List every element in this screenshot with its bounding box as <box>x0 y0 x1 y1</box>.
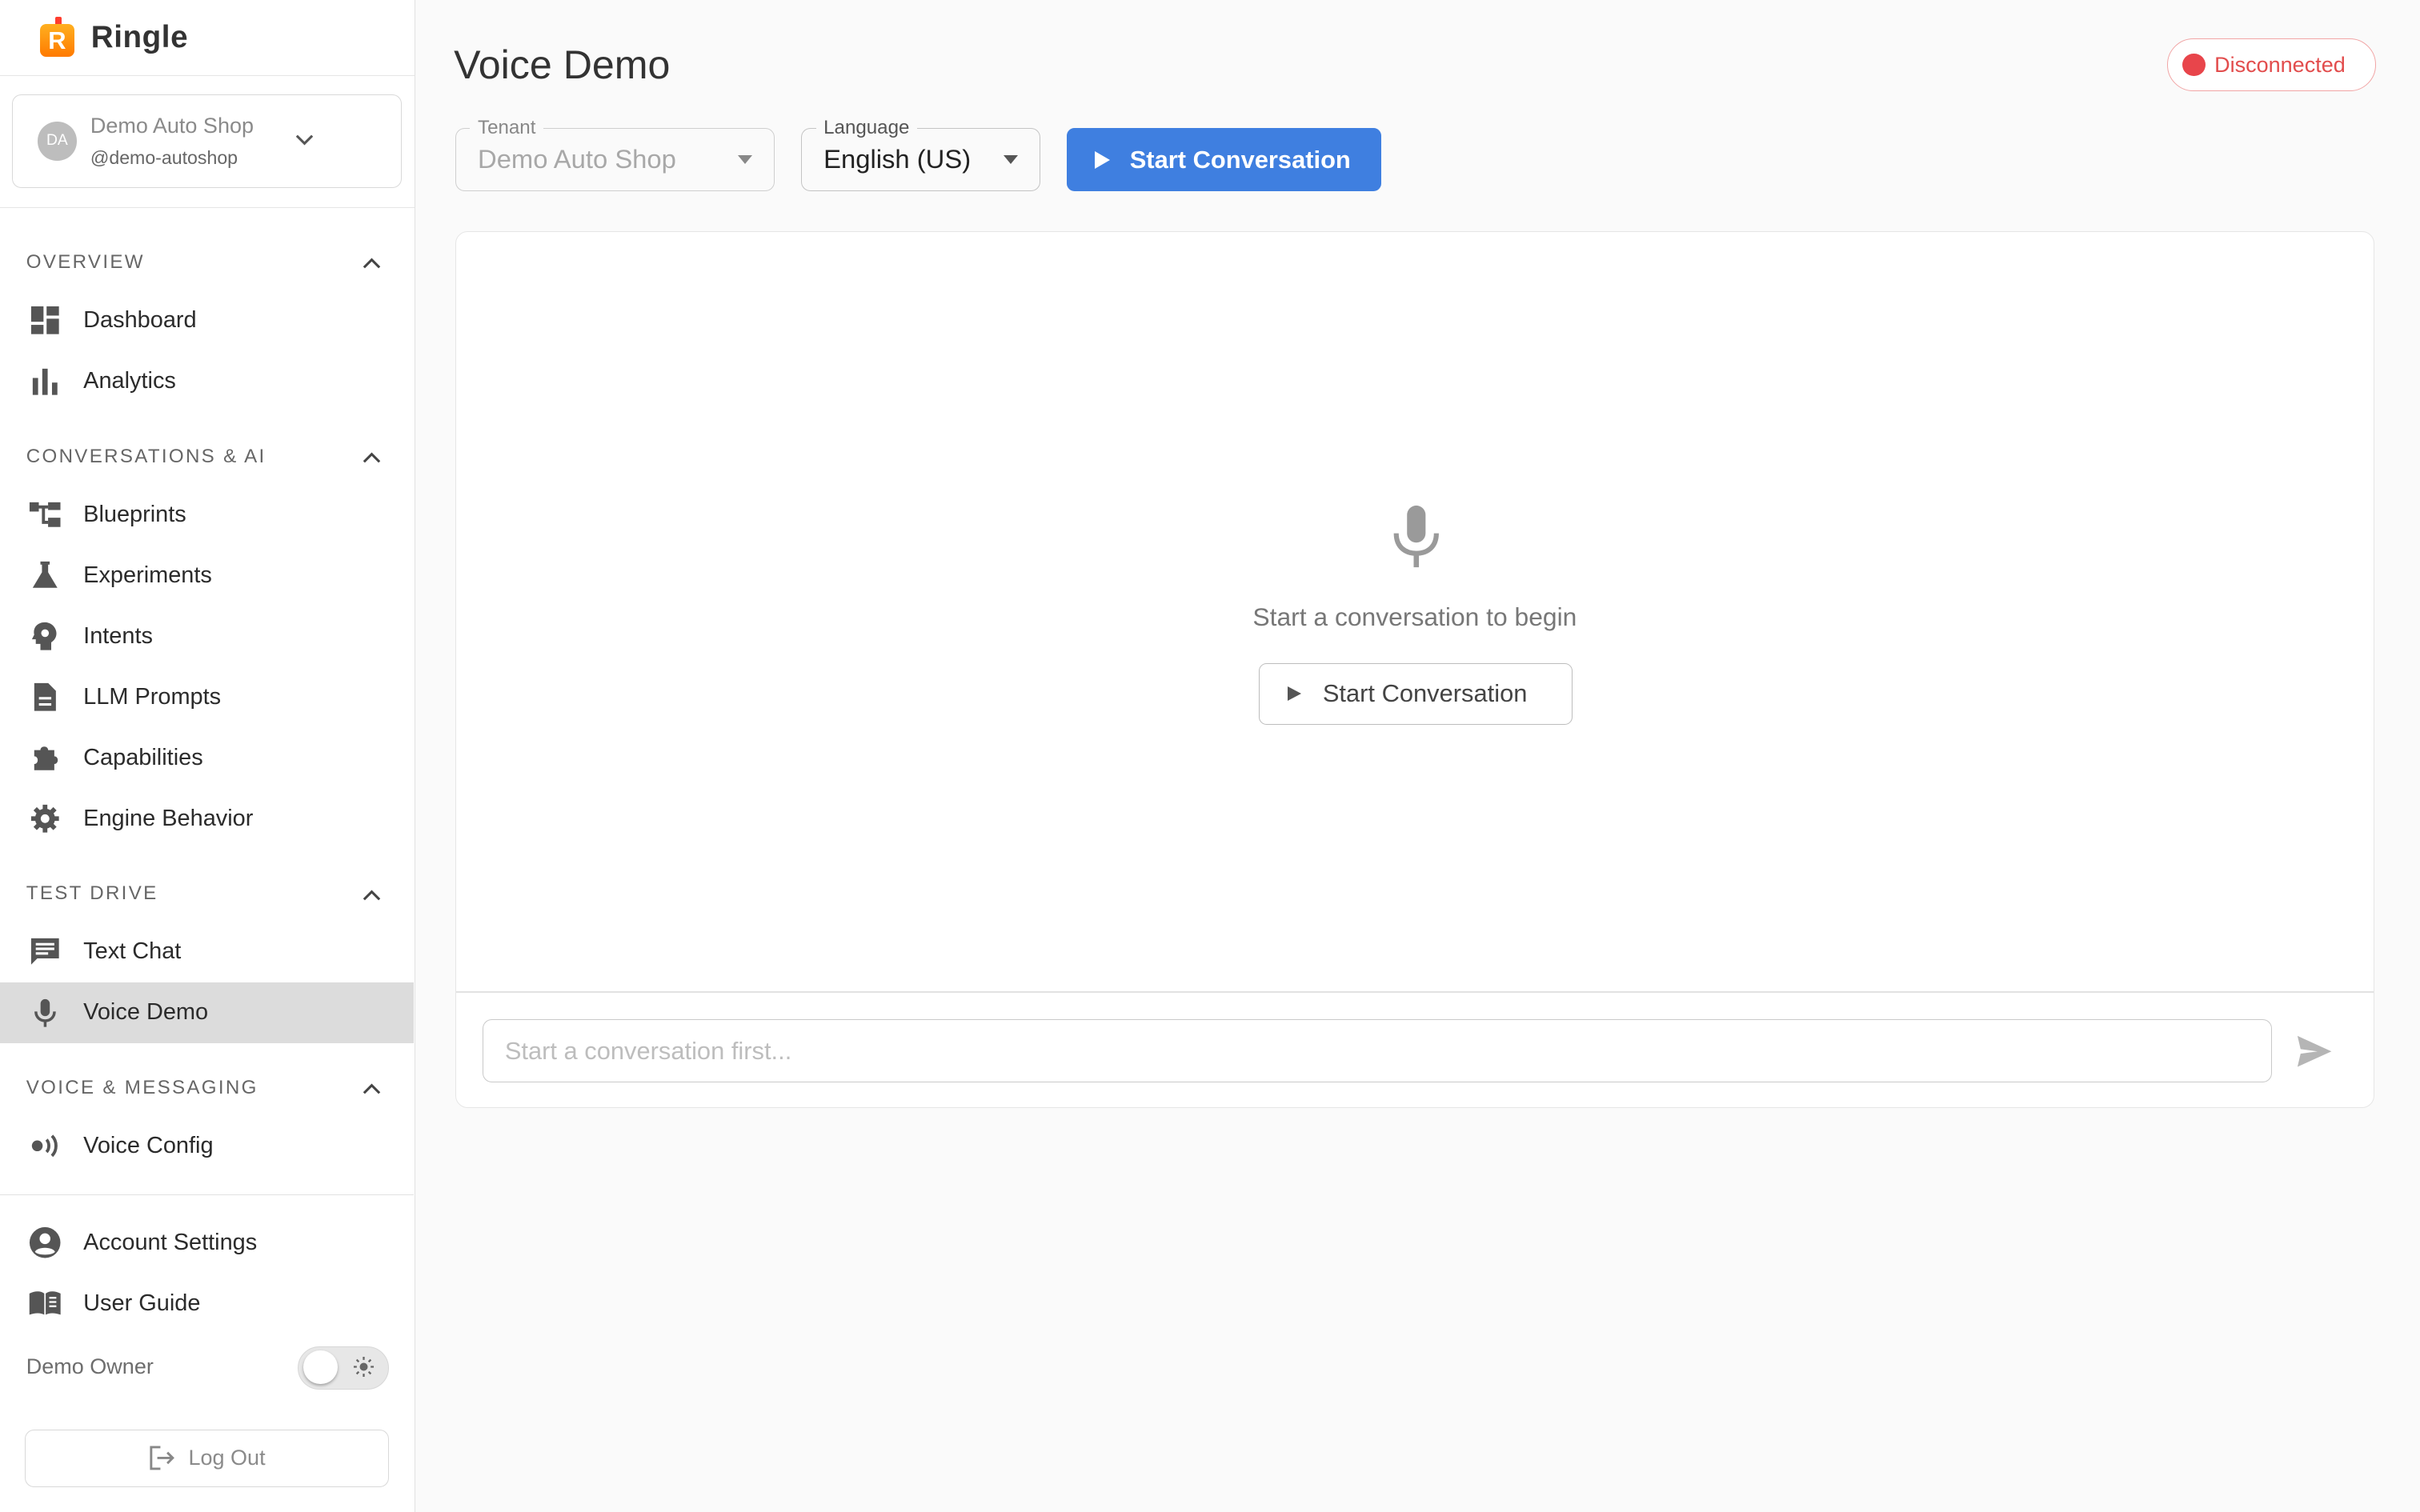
conversation-panel: Start a conversation to begin Start Conv… <box>455 231 2374 1109</box>
tenant-switcher[interactable]: DA Demo Auto Shop @demo-autoshop <box>12 94 403 189</box>
sidebar-item-label: Text Chat <box>83 938 182 965</box>
section-test-drive[interactable]: TEST DRIVE <box>0 875 414 912</box>
owner-row: Demo Owner <box>0 1334 414 1400</box>
sidebar-item-text-chat[interactable]: Text Chat <box>0 922 414 982</box>
brand-name: Ringle <box>90 19 189 54</box>
sidebar-item-dashboard[interactable]: Dashboard <box>0 290 414 351</box>
sidebar-item-label: Dashboard <box>83 307 197 334</box>
start-conversation-label: Start Conversation <box>1129 145 1351 174</box>
tenant-name: Demo Auto Shop <box>90 113 254 138</box>
logout-button[interactable]: Log Out <box>24 1430 390 1487</box>
chevron-down-icon <box>296 134 314 146</box>
document-icon <box>28 680 62 714</box>
chevron-up-icon <box>363 1083 381 1094</box>
sidebar-item-label: Capabilities <box>83 744 203 770</box>
language-select-label: Language <box>815 116 918 139</box>
chat-icon <box>28 935 62 969</box>
sidebar-nav: OVERVIEW Dashboard Analytics CONVERSATIO… <box>0 210 414 1194</box>
play-icon <box>1287 686 1301 702</box>
message-input[interactable] <box>482 1019 2272 1083</box>
sidebar-item-label: LLM Prompts <box>83 683 222 710</box>
avatar: DA <box>38 122 77 161</box>
caret-down-icon <box>738 154 753 164</box>
section-title: VOICE & MESSAGING <box>26 1076 258 1098</box>
gear-icon <box>28 802 62 835</box>
empty-state-start-button[interactable]: Start Conversation <box>1259 662 1573 725</box>
toggle-knob <box>303 1350 338 1384</box>
section-title: CONVERSATIONS & AI <box>26 445 266 467</box>
empty-state-text: Start a conversation to begin <box>1252 602 1577 632</box>
status-badge: Disconnected <box>2167 38 2376 91</box>
sidebar-item-label: Blueprints <box>83 501 186 527</box>
start-conversation-button[interactable]: Start Conversation <box>1066 128 1382 192</box>
ringle-logo-icon: R <box>37 16 78 58</box>
sidebar-item-label: User Guide <box>83 1290 201 1316</box>
sidebar-item-blueprints[interactable]: Blueprints <box>0 484 414 545</box>
page-title: Voice Demo <box>454 42 671 88</box>
sidebar-item-capabilities[interactable]: Capabilities <box>0 727 414 788</box>
sidebar-item-label: Experiments <box>83 562 212 588</box>
sidebar-item-label: Engine Behavior <box>83 805 254 831</box>
logout-label: Log Out <box>188 1446 266 1470</box>
language-select-value: English (US) <box>823 144 972 174</box>
language-select[interactable]: Language English (US) <box>801 116 1041 192</box>
account-circle-icon <box>28 1226 62 1259</box>
bar-chart-icon <box>28 364 62 398</box>
tenant-select-value: Demo Auto Shop <box>478 144 676 174</box>
psychology-icon <box>28 619 62 653</box>
voice-wave-icon <box>28 1129 62 1162</box>
sidebar-item-label: Intents <box>83 622 153 649</box>
tenant-select[interactable]: Tenant Demo Auto Shop <box>455 116 775 192</box>
microphone-icon <box>28 996 62 1030</box>
microphone-icon <box>1393 505 1440 567</box>
theme-toggle[interactable] <box>298 1346 390 1390</box>
chevron-up-icon <box>363 258 381 269</box>
empty-state-start-label: Start Conversation <box>1322 679 1528 708</box>
sidebar-item-voice-config[interactable]: Voice Config <box>0 1116 414 1177</box>
main-content: Voice Demo Disconnected Tenant Demo Auto… <box>415 0 2420 1512</box>
dashboard-icon <box>28 303 62 337</box>
logout-icon <box>150 1446 175 1470</box>
sidebar-item-account-settings[interactable]: Account Settings <box>0 1212 414 1273</box>
sidebar-item-llm-prompts[interactable]: LLM Prompts <box>0 666 414 727</box>
section-overview[interactable]: OVERVIEW <box>0 244 414 281</box>
sidebar-item-voice-demo[interactable]: Voice Demo <box>0 982 414 1043</box>
send-icon[interactable] <box>2296 1034 2333 1068</box>
tenant-select-label: Tenant <box>470 116 544 139</box>
section-voice-messaging[interactable]: VOICE & MESSAGING <box>0 1070 414 1106</box>
sidebar-item-intents[interactable]: Intents <box>0 606 414 666</box>
sidebar-item-label: Voice Demo <box>83 999 209 1026</box>
sidebar: R Ringle DA Demo Auto Shop @demo-autosho… <box>0 0 415 1512</box>
chevron-up-icon <box>363 452 381 463</box>
caret-down-icon <box>1004 154 1019 164</box>
sidebar-item-label: Analytics <box>83 368 176 394</box>
section-conversations-ai[interactable]: CONVERSATIONS & AI <box>0 438 414 474</box>
flask-icon <box>28 558 62 592</box>
sidebar-item-analytics[interactable]: Analytics <box>0 351 414 412</box>
sidebar-item-label: Voice Config <box>83 1133 214 1158</box>
sidebar-item-engine-behavior[interactable]: Engine Behavior <box>0 788 414 849</box>
brand-header: R Ringle <box>0 0 415 76</box>
tenant-handle: @demo-autoshop <box>90 147 238 169</box>
section-title: OVERVIEW <box>26 250 145 273</box>
status-text: Disconnected <box>2214 52 2346 77</box>
book-icon <box>28 1286 62 1320</box>
blueprint-icon <box>28 498 62 531</box>
tenant-switcher-area: DA Demo Auto Shop @demo-autoshop <box>0 76 415 209</box>
sun-icon <box>353 1357 374 1378</box>
sidebar-item-user-guide[interactable]: User Guide <box>0 1273 414 1334</box>
panel-divider <box>456 991 2374 994</box>
sidebar-item-label: Account Settings <box>83 1229 258 1255</box>
sidebar-item-experiments[interactable]: Experiments <box>0 545 414 606</box>
chevron-up-icon <box>363 890 381 901</box>
puzzle-icon <box>28 741 62 774</box>
section-title: TEST DRIVE <box>26 882 158 905</box>
owner-name: Demo Owner <box>26 1354 154 1379</box>
status-dot-icon <box>2182 53 2206 77</box>
sidebar-footer: Account Settings User Guide Demo Owner L… <box>0 1194 414 1512</box>
play-icon <box>1094 150 1110 169</box>
